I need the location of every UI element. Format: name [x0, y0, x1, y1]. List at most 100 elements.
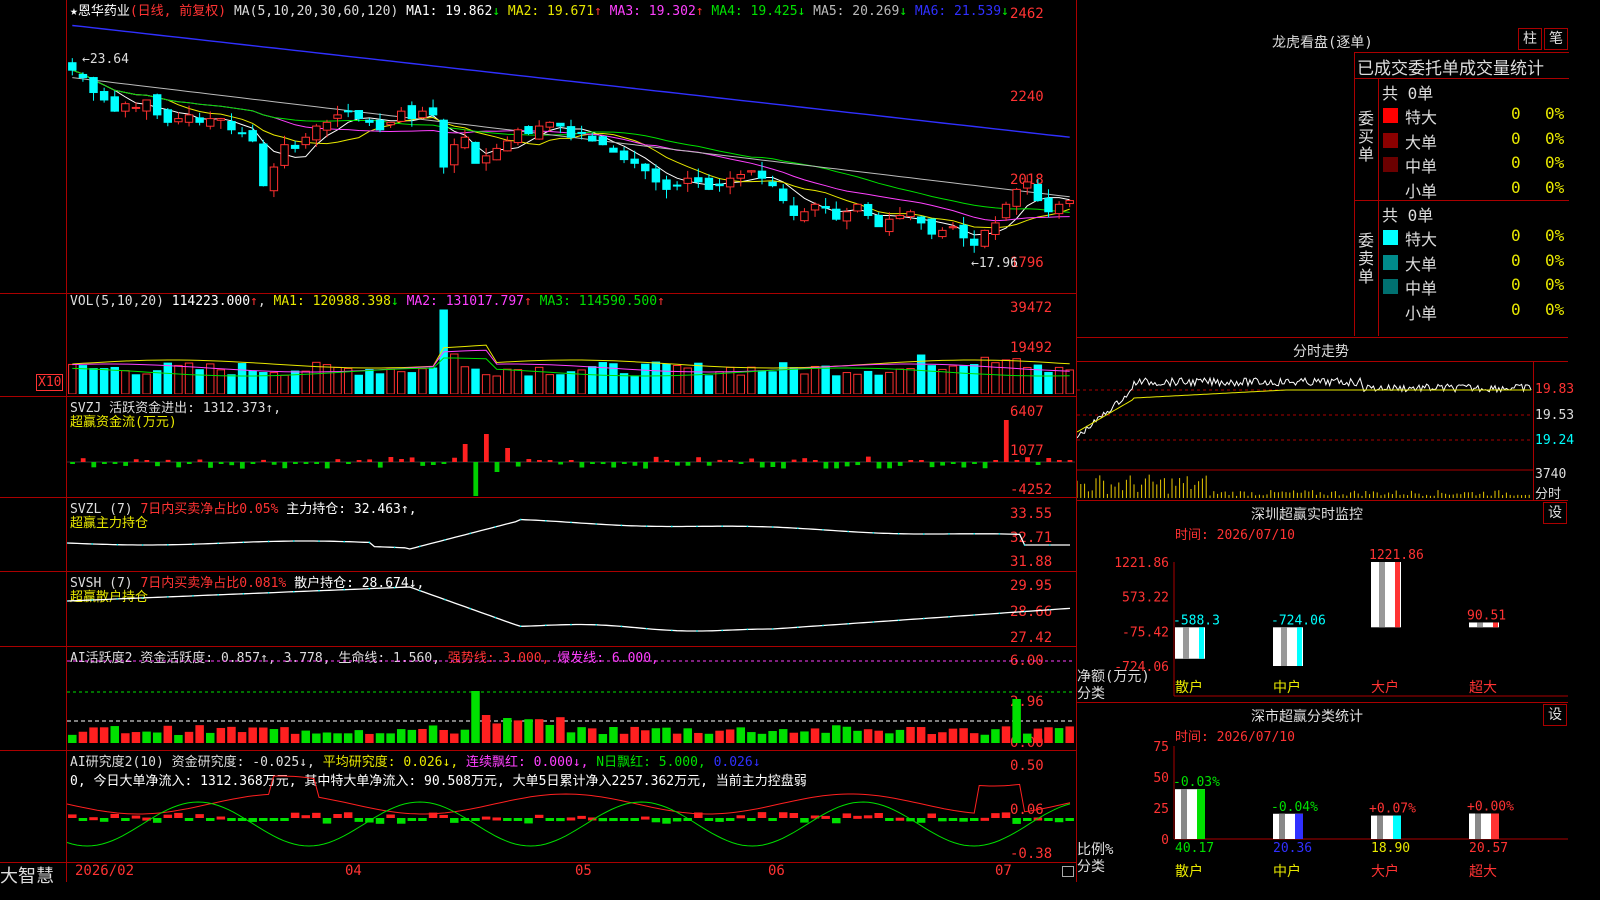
candle-body: [195, 117, 204, 123]
intraday-price-line: [1077, 376, 1532, 439]
active-bar: [68, 734, 77, 743]
period-label[interactable]: (日线, 前复权): [130, 4, 226, 19]
ma-value-2: MA2: 19.671: [507, 4, 595, 19]
holding-dot: [771, 628, 774, 630]
svzj-bar: [674, 462, 680, 466]
research-bar: [1023, 818, 1032, 821]
svzj-bar: [197, 459, 203, 462]
svzj-bar: [982, 462, 988, 469]
research-bar: [333, 814, 342, 818]
date-tick: 07: [995, 863, 1012, 879]
monitor-bar: [1371, 562, 1401, 628]
holding-line: [67, 586, 1071, 632]
order-type-label: 中单: [1405, 157, 1438, 176]
volume-bar: [556, 374, 565, 394]
order-percent: 0%: [1545, 226, 1565, 245]
active-bar: [322, 732, 332, 743]
main-chart-area[interactable]: 2462 2240 2018 1796 ★恩华药业(日线, 前复权) MA(5,…: [0, 0, 1077, 887]
svzj-bar: [144, 460, 150, 462]
candle-body: [290, 144, 300, 149]
ma-values: MA1: 19.862↓ MA2: 19.671↑ MA3: 19.302↑ M…: [406, 4, 1009, 19]
stats-settings-button[interactable]: 设: [1543, 704, 1567, 726]
holding-dot: [948, 615, 950, 618]
svzj-bar: [346, 462, 351, 464]
holding-dot: [494, 616, 497, 619]
holding-dot: [595, 523, 597, 525]
candle-body: [683, 177, 692, 184]
research-green-line: [67, 801, 1071, 847]
candle-body: [577, 131, 586, 135]
active-bar: [556, 717, 565, 743]
volume-bar: [641, 363, 650, 394]
order-percent: 0%: [1545, 299, 1565, 319]
active-bar: [343, 733, 353, 743]
stock-name[interactable]: ★恩华药业: [70, 4, 130, 19]
candle-body: [471, 141, 480, 164]
research-bar: [174, 812, 183, 818]
holding-dot: [167, 544, 169, 546]
volume-bar: [142, 373, 151, 394]
stats-axis-label: 75: [1153, 740, 1169, 755]
svzj-bar: [558, 462, 564, 465]
candle-body: [237, 132, 247, 135]
research-bar: [725, 818, 735, 821]
buy-total: 共 0单: [1382, 84, 1434, 103]
research-bar: [110, 813, 119, 818]
holding-dot: [696, 630, 698, 632]
research-bar: [800, 818, 809, 823]
research-bar: [980, 817, 990, 821]
svzj-bar: [261, 459, 266, 462]
active-bar: [1012, 699, 1021, 743]
svzl-chart: [67, 518, 1070, 550]
holding-dot: [343, 588, 346, 591]
volume-bar: [736, 374, 745, 394]
svzj-bar: [218, 462, 224, 464]
svzj-bar: [526, 459, 532, 462]
monitor-settings-button[interactable]: 设: [1543, 502, 1567, 524]
stats-bar: [1469, 813, 1499, 839]
holding-dot: [242, 592, 245, 595]
active-bar: [513, 720, 523, 743]
svzj-bar: [1003, 420, 1009, 462]
holding-dot: [444, 598, 446, 601]
bar-view-button[interactable]: 柱: [1518, 28, 1542, 50]
active-bar: [99, 727, 109, 743]
svzj-bar: [80, 458, 86, 462]
holding-dot: [897, 619, 900, 622]
svzj-bar: [590, 462, 595, 464]
volume-bar: [630, 375, 639, 394]
holding-dot: [116, 598, 119, 600]
candle-body: [874, 214, 883, 228]
candle-body: [1001, 203, 1011, 219]
svzj-bar: [462, 444, 468, 462]
active-bar: [800, 731, 809, 743]
volume-bar: [874, 374, 883, 394]
lock-icon[interactable]: [1062, 866, 1074, 877]
volume-bar: [78, 365, 88, 394]
order-percent: 0%: [1545, 250, 1565, 270]
order-percent: 0%: [1545, 177, 1565, 197]
active-bar: [375, 733, 385, 743]
research-bar: [386, 814, 395, 818]
volume-bar: [503, 368, 512, 394]
candle-body: [1054, 203, 1064, 215]
tick-view-button[interactable]: 笔: [1544, 28, 1568, 50]
stats-bar-shade: [1475, 813, 1481, 839]
active-bar: [89, 727, 98, 743]
volume-bar: [810, 365, 820, 394]
holding-dot: [973, 614, 975, 616]
holding-dot: [293, 590, 295, 593]
volume-bar: [407, 372, 417, 394]
holding-dot: [923, 617, 925, 620]
volume-bar: [885, 371, 894, 394]
research-bar: [991, 813, 1000, 818]
candle-body: [609, 147, 618, 153]
candle-body: [439, 119, 448, 168]
active-bar: [312, 733, 321, 743]
stats-bar-shade: [1181, 789, 1187, 839]
candle-body: [269, 166, 279, 192]
holding-dot: [91, 599, 93, 601]
svzj-bar: [324, 462, 330, 469]
holding-dot: [293, 540, 295, 542]
research-bar: [407, 818, 417, 821]
